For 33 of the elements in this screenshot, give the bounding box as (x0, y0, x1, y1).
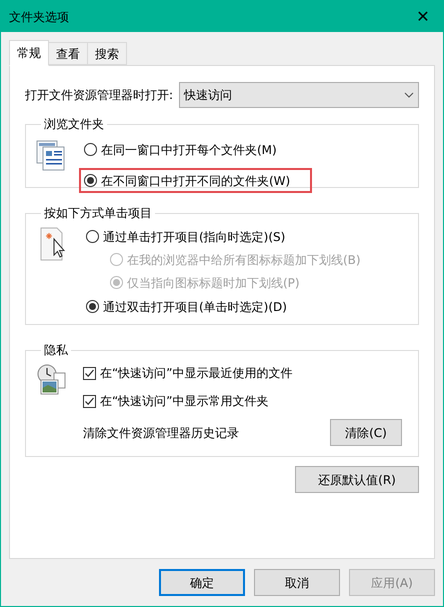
tab[interactable]: 常规 (9, 40, 49, 66)
checkbox-label: 在“快速访问”中显示最近使用的文件 (100, 365, 292, 382)
radio-label: 在不同窗口中打开不同的文件夹(W) (101, 172, 290, 190)
checkbox[interactable] (83, 366, 96, 380)
clock-document-icon (36, 364, 66, 396)
dialog-button[interactable]: 确定 (159, 569, 245, 596)
group-title: 按如下方式单击项目 (43, 205, 153, 222)
chevron-down-icon (404, 92, 414, 98)
checkbox[interactable] (83, 394, 96, 408)
restore-defaults-button[interactable]: 还原默认值(R) (295, 466, 419, 493)
close-button[interactable]: ✕ (403, 1, 443, 32)
radio-button[interactable] (86, 230, 99, 243)
radio-label: 通过单击打开项目(指向时选定)(S) (103, 228, 286, 246)
windows-icon (36, 140, 66, 172)
checkbox-label: 在“快速访问”中显示常用文件夹 (100, 393, 268, 410)
document-pointer-icon (40, 227, 66, 261)
dropdown[interactable]: 快速访问 (179, 82, 419, 108)
radio-label: 通过双击打开项目(单击时选定)(D) (103, 298, 287, 316)
tab[interactable]: 查看 (48, 42, 88, 65)
dialog-button[interactable]: 取消 (254, 569, 340, 596)
radio-button[interactable] (86, 300, 99, 313)
group-title: 浏览文件夹 (43, 116, 105, 133)
radio-button[interactable] (84, 174, 97, 187)
window-title: 文件夹选项 (9, 8, 69, 26)
radio-button[interactable] (84, 143, 97, 156)
field-label: 打开文件资源管理器时打开: (25, 87, 174, 104)
clear-button[interactable]: 清除(C) (330, 419, 402, 446)
group-title: 隐私 (43, 342, 69, 359)
radio-label: 在同一窗口中打开每个文件夹(M) (101, 142, 277, 158)
history-label: 清除文件资源管理器历史记录 (83, 424, 239, 442)
radio-label: 在我的浏览器中给所有图标标题加下划线(B) (127, 252, 361, 268)
radio-label: 仅当指向图标标题时加下划线(P) (127, 274, 300, 292)
tab[interactable]: 搜索 (87, 42, 127, 65)
